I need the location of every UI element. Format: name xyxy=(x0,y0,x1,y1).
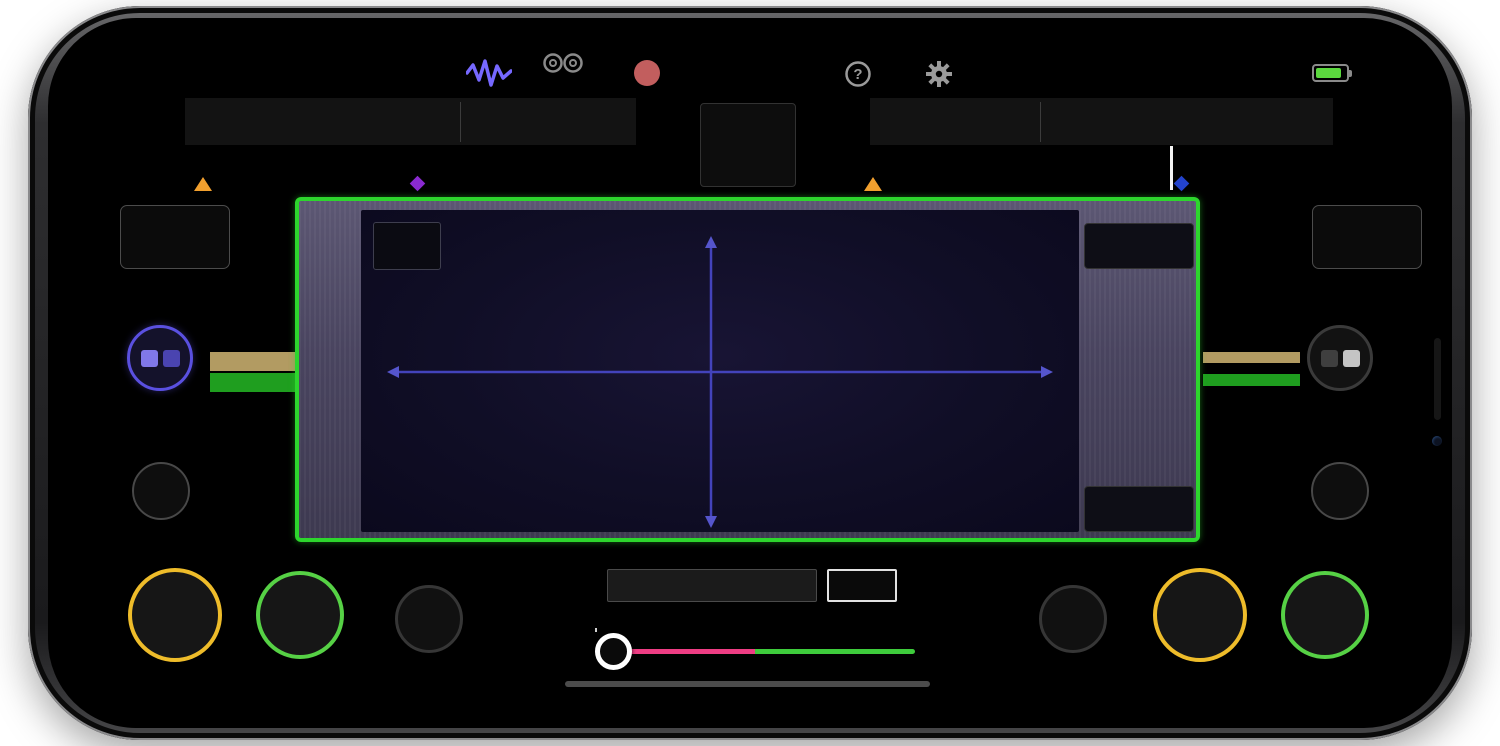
fx-close-button[interactable] xyxy=(1084,223,1194,269)
phrase-sync-button[interactable] xyxy=(700,103,796,187)
fx-panel xyxy=(295,197,1200,542)
deck1-trackbar-bg xyxy=(185,98,636,145)
pad-square-icon xyxy=(1343,350,1360,367)
deck1-level-meter xyxy=(637,100,683,193)
deck2-playhead-line xyxy=(1170,146,1173,190)
deck1-playhead-marker xyxy=(194,177,212,191)
help-icon[interactable]: ? xyxy=(844,60,872,93)
home-indicator[interactable] xyxy=(565,681,930,687)
crossfader[interactable] xyxy=(595,628,915,674)
deck2-tempo-display[interactable] xyxy=(1312,205,1422,269)
deck1-phrase-bar-down xyxy=(210,352,296,371)
svg-text:?: ? xyxy=(853,66,862,83)
divider xyxy=(1040,102,1041,142)
deck2-performance-pad-button[interactable] xyxy=(1307,325,1373,391)
deck1-sync-button[interactable] xyxy=(395,585,463,653)
deck2-phrase-bar-chorus xyxy=(1203,374,1300,386)
deck2-vertical-waveform[interactable] xyxy=(1203,197,1300,545)
fx-select-edit-button[interactable] xyxy=(827,569,897,602)
crossfader-knob[interactable] xyxy=(595,633,632,670)
deck2-play-pause-button[interactable] xyxy=(1281,571,1369,659)
automix-button[interactable] xyxy=(540,52,586,79)
fx-select-button[interactable] xyxy=(607,569,817,602)
crossfader-tick xyxy=(595,628,597,632)
speaker-grille xyxy=(1434,338,1441,420)
deck1-vertical-waveform[interactable] xyxy=(210,197,296,545)
phone-frame: ? xyxy=(28,6,1472,740)
app-screen: ? xyxy=(48,18,1452,728)
battery-icon xyxy=(1312,64,1349,82)
front-camera xyxy=(1432,436,1442,446)
pad-square-icon xyxy=(141,350,158,367)
pad-square-icon xyxy=(1321,350,1338,367)
deck2-sync-button[interactable] xyxy=(1039,585,1107,653)
deck2-overview-waveform[interactable] xyxy=(870,145,1330,191)
deck2-level-meter xyxy=(812,100,858,193)
deck2-trackbar-bg xyxy=(870,98,1333,145)
deck2-playhead-marker xyxy=(864,177,882,191)
crossfader-track-right[interactable] xyxy=(755,649,915,654)
fx-edit-button[interactable] xyxy=(1084,486,1194,532)
deck2-cue-button[interactable] xyxy=(1153,568,1247,662)
deck1-slip-button[interactable] xyxy=(132,462,190,520)
deck1-phrase-bar-chorus xyxy=(210,373,296,392)
deck1-performance-pad-button[interactable] xyxy=(127,325,193,391)
pad-square-icon xyxy=(163,350,180,367)
record-icon[interactable] xyxy=(634,60,660,86)
divider xyxy=(460,102,461,142)
deck1-cue-button[interactable] xyxy=(128,568,222,662)
deck1-play-pause-button[interactable] xyxy=(256,571,344,659)
waveform-view-tab-icon[interactable] xyxy=(466,58,512,93)
deck2-phrase-bar-down xyxy=(1203,352,1300,363)
fx-xy-pad[interactable] xyxy=(361,210,1079,532)
deck2-slip-button[interactable] xyxy=(1311,462,1369,520)
fx-touch-layer xyxy=(361,210,1079,532)
settings-gear-icon[interactable] xyxy=(924,59,954,94)
automix-icon xyxy=(541,61,585,78)
